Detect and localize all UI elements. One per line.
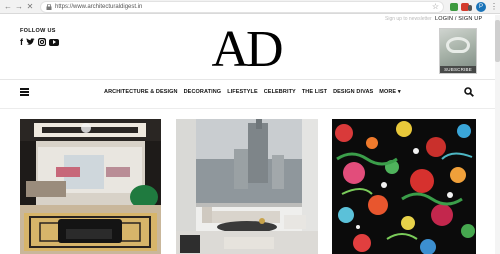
youtube-icon[interactable] xyxy=(49,38,59,46)
twitter-icon[interactable] xyxy=(26,38,35,46)
living-room-image xyxy=(176,119,318,254)
nav-item-lifestyle[interactable]: LIFESTYLE xyxy=(227,89,258,96)
hamburger-menu-icon[interactable] xyxy=(20,88,29,96)
nav-item-architecture-design[interactable]: ARCHITECTURE & DESIGN xyxy=(104,89,178,96)
nav-item-decorating[interactable]: DECORATING xyxy=(184,89,222,96)
subscribe-label: SUBSCRIBE xyxy=(440,66,476,73)
chevron-down-icon: ▾ xyxy=(397,89,401,95)
follow-us-label: FOLLOW US xyxy=(20,28,56,34)
address-bar[interactable]: https://www.architecturaldigest.in ☆ xyxy=(40,1,444,13)
main-navigation: ARCHITECTURE & DESIGN DECORATING LIFESTY… xyxy=(104,89,401,96)
browser-menu-icon[interactable]: ⋮ xyxy=(490,2,498,12)
floral-pattern-image xyxy=(332,119,476,254)
article-card-living-room[interactable] xyxy=(176,119,318,254)
nav-item-celebrity[interactable]: CELEBRITY xyxy=(264,89,296,96)
profile-avatar[interactable]: P xyxy=(476,2,486,12)
url-text: https://www.architecturaldigest.in xyxy=(55,4,143,10)
forward-icon[interactable]: → xyxy=(14,2,24,12)
browser-toolbar: ← → ✕ https://www.architecturaldigest.in… xyxy=(0,0,500,14)
subscribe-magazine-cover[interactable]: SUBSCRIBE xyxy=(439,28,477,74)
newsletter-link[interactable]: Sign up to newsletter xyxy=(385,16,432,22)
extension-icon[interactable] xyxy=(468,5,472,11)
instagram-icon[interactable] xyxy=(38,38,46,46)
lock-icon xyxy=(46,4,52,10)
nav-divider xyxy=(0,79,495,80)
nav-bottom-divider xyxy=(0,108,495,109)
stop-reload-icon[interactable]: ✕ xyxy=(25,2,35,12)
nav-item-more[interactable]: MORE ▾ xyxy=(379,89,400,96)
article-card-interior[interactable] xyxy=(20,119,161,254)
site-logo[interactable]: AD xyxy=(211,22,283,78)
scrollbar-thumb[interactable] xyxy=(495,20,500,62)
facebook-icon[interactable]: f xyxy=(20,37,23,47)
back-icon[interactable]: ← xyxy=(3,2,13,12)
nav-item-design-divas[interactable]: DESIGN DIVAS xyxy=(333,89,373,96)
interior-image xyxy=(20,119,161,254)
magazine-cover-image xyxy=(446,37,470,53)
bookmark-star-icon[interactable]: ☆ xyxy=(432,2,439,12)
nav-item-the-list[interactable]: THE LIST xyxy=(302,89,327,96)
login-signup-link[interactable]: LOGIN / SIGN UP xyxy=(435,16,482,22)
social-links: f xyxy=(20,37,59,47)
extension-icon[interactable] xyxy=(450,3,458,11)
article-card-floral-pattern[interactable] xyxy=(332,119,476,254)
nav-more-label: MORE xyxy=(379,89,397,95)
search-icon[interactable] xyxy=(464,87,474,97)
